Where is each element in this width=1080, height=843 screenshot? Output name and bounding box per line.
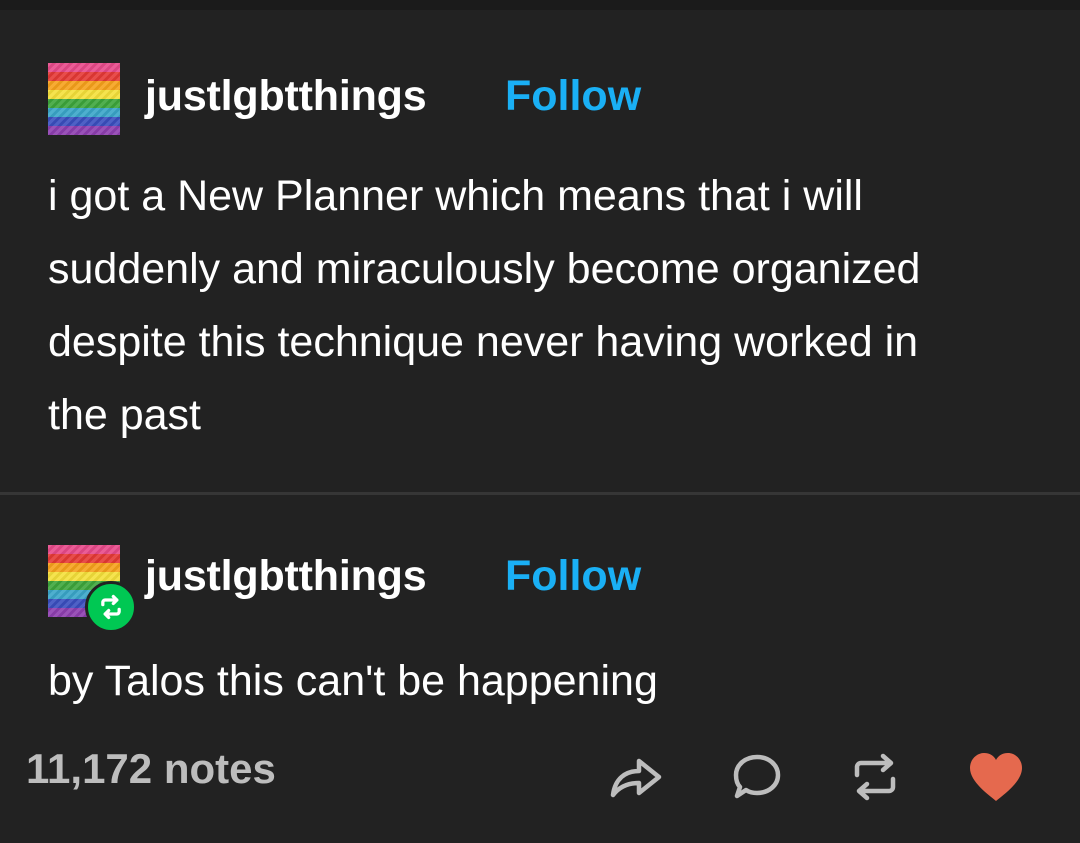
avatar[interactable] (48, 63, 120, 135)
reblog-badge-icon (85, 581, 137, 633)
post-text: by Talos this can't be happening (48, 657, 658, 705)
notes-count[interactable]: 11,172 notes (26, 745, 276, 793)
reply-button[interactable] (727, 747, 787, 807)
reblog-button[interactable] (845, 747, 905, 807)
like-icon (970, 753, 1022, 801)
like-button[interactable] (966, 747, 1026, 807)
reblog-icon (854, 753, 896, 801)
post-original: justlgbtthings Follow i got a New Planne… (0, 10, 1080, 492)
share-icon (610, 758, 662, 798)
reply-icon (733, 754, 781, 799)
follow-button[interactable]: Follow (505, 72, 641, 121)
share-button[interactable] (605, 747, 665, 807)
post-reblog: justlgbtthings Follow by Talos this can'… (0, 495, 1080, 843)
top-edge (0, 0, 1080, 10)
username[interactable]: justlgbtthings (145, 72, 427, 121)
username[interactable]: justlgbtthings (145, 552, 427, 601)
post-text: i got a New Planner which means that i w… (48, 172, 921, 439)
follow-button[interactable]: Follow (505, 552, 641, 601)
